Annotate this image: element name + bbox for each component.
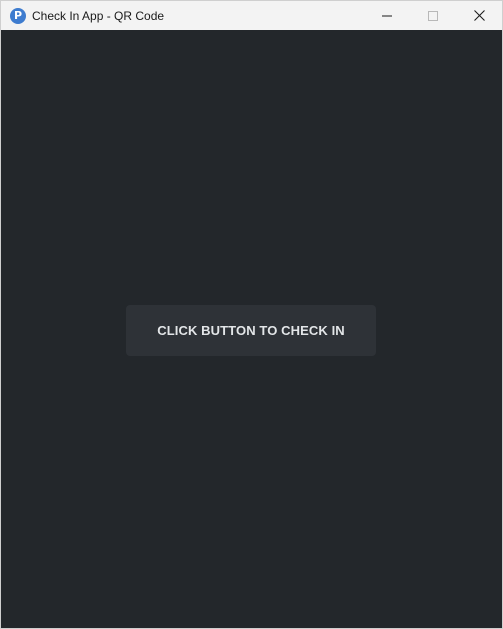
close-button[interactable] [456,1,502,30]
title-bar[interactable]: P Check In App - QR Code [1,1,502,30]
app-logo-letter: P [13,9,23,22]
app-logo-icon: P [10,7,26,24]
app-window: P Check In App - QR Code CLICK BUTTON TO… [0,0,503,629]
window-title: Check In App - QR Code [32,8,165,23]
check-in-button[interactable]: CLICK BUTTON TO CHECK IN [126,305,376,356]
maximize-button[interactable] [410,1,456,30]
maximize-icon [428,10,438,21]
window-controls [364,1,502,30]
close-icon [473,10,485,21]
main-content: CLICK BUTTON TO CHECK IN [1,30,502,628]
minimize-button[interactable] [364,1,410,30]
minimize-icon [382,15,392,16]
